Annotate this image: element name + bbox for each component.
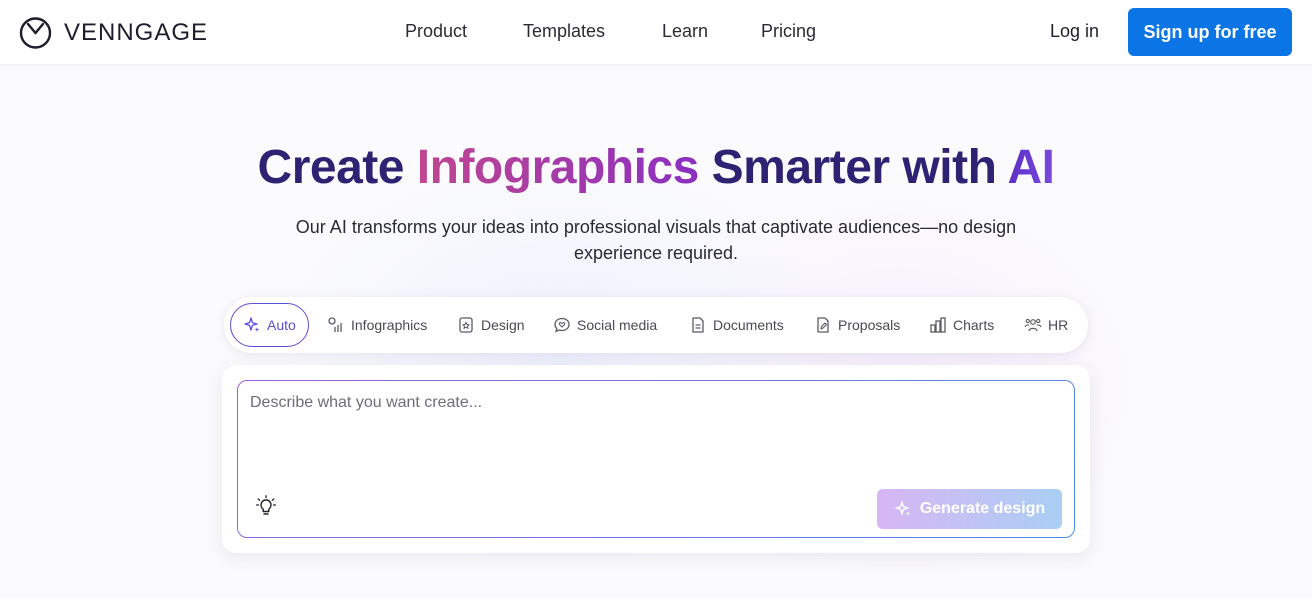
tab-hr[interactable]: HR (1024, 297, 1068, 353)
prompt-textarea[interactable]: Describe what you want create... Generat… (238, 381, 1074, 537)
title-part-create: Create (257, 141, 417, 194)
tab-social-media[interactable]: Social media (553, 297, 657, 353)
login-link[interactable]: Log in (1050, 21, 1099, 42)
subtitle-line-1: Our AI transforms your ideas into profes… (295, 217, 1017, 237)
tab-infographics-label: Infographics (351, 317, 428, 333)
prompt-card: Describe what you want create... Generat… (222, 365, 1090, 553)
tab-design[interactable]: Design (457, 297, 525, 353)
title-part-infographics: Infographics (416, 141, 700, 194)
bar-chart-icon (930, 317, 946, 333)
tab-design-label: Design (481, 317, 525, 333)
tab-proposals-label: Proposals (838, 317, 901, 333)
infographic-icon (328, 317, 342, 332)
tab-charts[interactable]: Charts (929, 297, 994, 353)
tab-auto-label: Auto (267, 317, 296, 333)
tab-hr-label: HR (1048, 317, 1069, 333)
page-title: Create Infographics Smarter with AI (0, 140, 1312, 195)
signup-button[interactable]: Sign up for free (1128, 8, 1292, 56)
chat-heart-icon (554, 317, 570, 333)
design-icon (459, 317, 473, 333)
generate-design-button[interactable]: Generate design (877, 489, 1062, 529)
venngage-logo-icon (19, 17, 52, 49)
generate-design-label: Generate design (919, 500, 1046, 517)
people-icon (1024, 318, 1042, 332)
tab-proposals[interactable]: Proposals (814, 297, 900, 353)
proposal-icon (817, 317, 829, 333)
tab-auto[interactable]: Auto (230, 303, 309, 347)
prompt-input-border: Describe what you want create... Generat… (237, 380, 1075, 538)
category-tabs: Auto Infographics Design Social media Do… (224, 297, 1088, 353)
sparkle-icon (895, 501, 911, 516)
tab-infographics[interactable]: Infographics (327, 297, 427, 353)
brand-logo[interactable]: VENNGAGE (19, 16, 208, 49)
tab-documents-label: Documents (713, 317, 784, 333)
sparkle-icon (244, 317, 260, 332)
subtitle-line-2: experience required. (573, 243, 739, 263)
nav-product[interactable]: Product (405, 21, 467, 42)
title-part-smarter: Smarter with (698, 141, 1008, 194)
nav-learn[interactable]: Learn (662, 21, 708, 42)
tab-charts-label: Charts (953, 317, 995, 333)
prompt-placeholder: Describe what you want create... (250, 394, 483, 411)
page-subtitle: Our AI transforms your ideas into profes… (256, 214, 1056, 266)
tab-social-media-label: Social media (577, 317, 658, 333)
lightbulb-icon[interactable] (256, 495, 276, 517)
brand-name: VENNGAGE (64, 18, 209, 46)
tab-documents[interactable]: Documents (689, 297, 784, 353)
top-navbar: VENNGAGE Product Templates Learn Pricing… (0, 0, 1312, 64)
document-icon (692, 317, 704, 333)
nav-templates[interactable]: Templates (523, 21, 605, 42)
title-part-ai: AI (1007, 141, 1055, 194)
nav-pricing[interactable]: Pricing (761, 21, 816, 42)
